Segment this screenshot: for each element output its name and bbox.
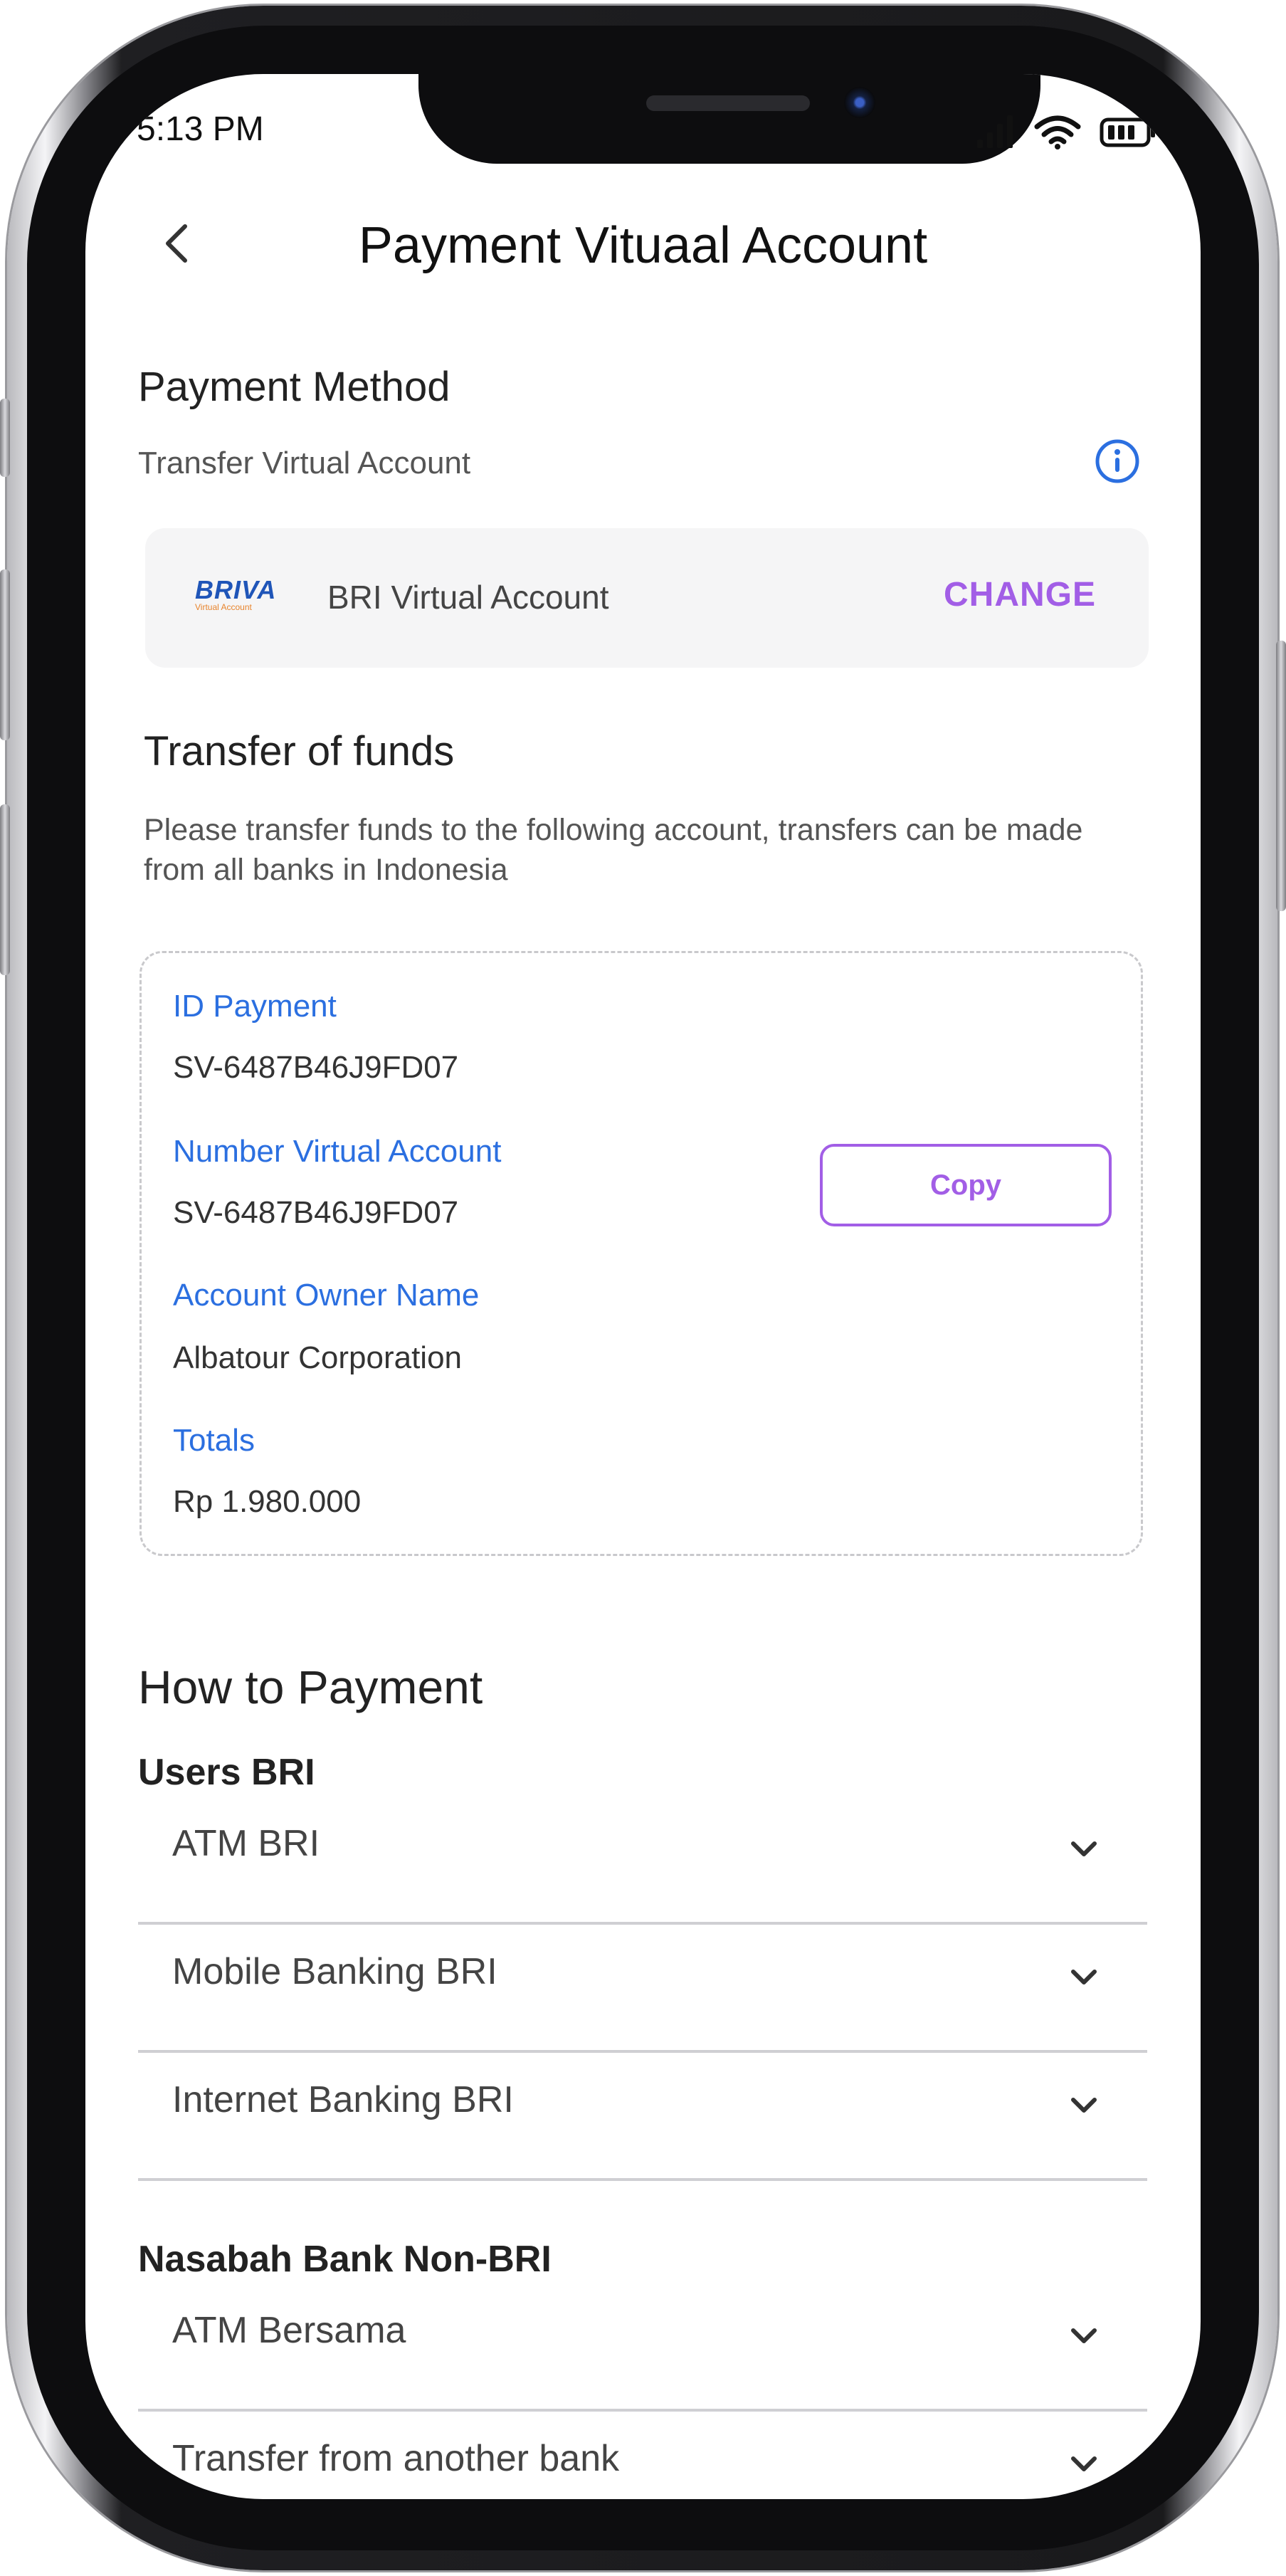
info-icon[interactable] [1095,438,1140,484]
owner-name-value: Albatour Corporation [173,1340,463,1375]
volume-down-button [0,804,10,975]
accordion-transfer-another-bank[interactable]: Transfer from another bank [138,2410,1147,2499]
power-button [1276,641,1286,911]
how-to-payment-heading: How to Payment [138,1661,483,1713]
mute-switch [0,399,10,477]
wifi-icon [1034,115,1081,149]
va-number-label: Number Virtual Account [173,1134,502,1169]
accordion-atm-bri[interactable]: ATM BRI [138,1795,1147,1925]
phone-screen: 5:13 PM Payment Vituaal Account Payment … [85,74,1201,2499]
chevron-down-icon [1071,2456,1097,2471]
volume-up-button [0,569,10,740]
chevron-down-icon [1071,1970,1097,1984]
accordion-label: Internet Banking BRI [172,2079,514,2120]
id-payment-label: ID Payment [173,989,337,1024]
payment-method-subtitle: Transfer Virtual Account [138,446,471,480]
account-details-box: ID Payment SV-6487B46J9FD07 Number Virtu… [139,951,1143,1556]
group-title-non-bri: Nasabah Bank Non-BRI [138,2239,552,2280]
totals-label: Totals [173,1423,255,1458]
chevron-down-icon [1071,1841,1097,1856]
group-title-users-bri: Users BRI [138,1752,315,1793]
accordion-label: Transfer from another bank [172,2438,620,2479]
front-camera [844,87,875,118]
accordion-label: Mobile Banking BRI [172,1951,497,1992]
bank-name: BRI Virtual Account [327,579,609,616]
chevron-down-icon [1071,2328,1097,2343]
accordion-atm-bersama[interactable]: ATM Bersama [138,2282,1147,2412]
totals-value: Rp 1.980.000 [173,1484,362,1519]
transfer-heading: Transfer of funds [144,728,455,774]
payment-method-heading: Payment Method [138,364,450,410]
status-icons [976,114,1156,149]
va-number-value: SV-6487B46J9FD07 [173,1195,459,1230]
top-app-bar: Payment Vituaal Account [85,202,1201,288]
page-title: Payment Vituaal Account [358,217,928,274]
accordion-label: ATM Bersama [172,2310,406,2351]
notch [418,74,1040,164]
payment-method-card: BRIVA Virtual Account BRI Virtual Accoun… [145,528,1149,668]
owner-name-label: Account Owner Name [173,1278,480,1313]
accordion-label: ATM BRI [172,1823,320,1864]
change-button[interactable]: CHANGE [944,575,1096,614]
copy-button[interactable]: Copy [820,1144,1112,1226]
accordion-mobile-banking-bri[interactable]: Mobile Banking BRI [138,1923,1147,2053]
accordion-internet-banking-bri[interactable]: Internet Banking BRI [138,2051,1147,2181]
id-payment-value: SV-6487B46J9FD07 [173,1050,459,1085]
battery-icon [1100,117,1155,147]
signal-icon [977,115,1013,148]
speaker-grille [646,95,810,111]
transfer-description: Please transfer funds to the following a… [144,813,1083,887]
briva-logo: BRIVA Virtual Account [195,575,288,618]
briva-logo-text: BRIVA [195,575,277,604]
chevron-down-icon [1071,2098,1097,2113]
status-time: 5:13 PM [137,110,264,148]
